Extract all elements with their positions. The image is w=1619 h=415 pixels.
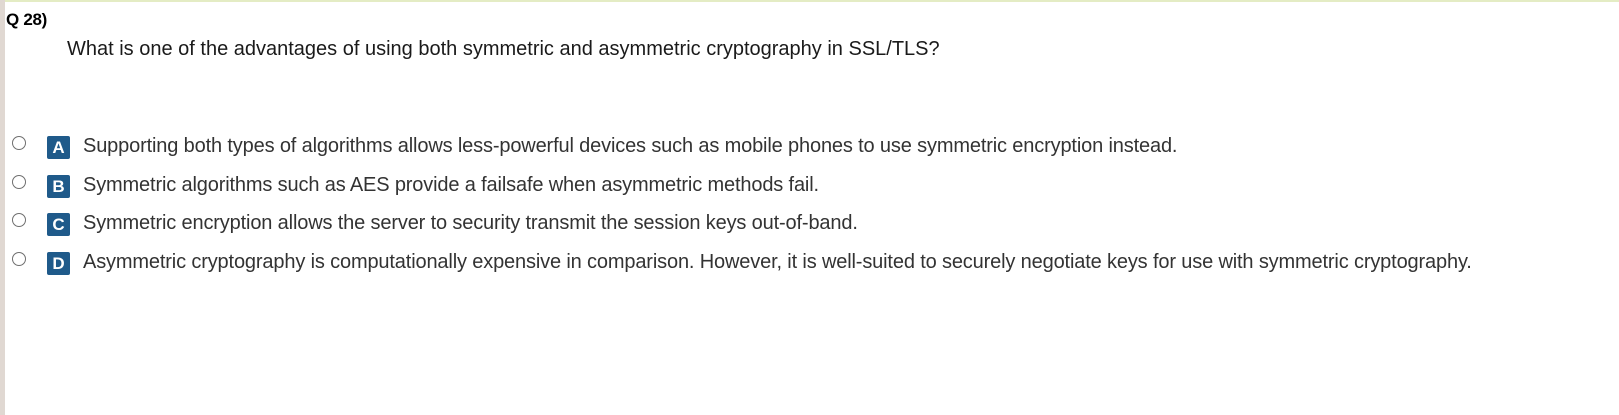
answer-option-c[interactable]: C Symmetric encryption allows the server… xyxy=(0,210,1619,249)
question-text: What is one of the advantages of using b… xyxy=(67,38,940,60)
answer-text-b: Symmetric algorithms such as AES provide… xyxy=(83,173,819,196)
answer-text-a: Supporting both types of algorithms allo… xyxy=(83,135,1178,157)
radio-button-a[interactable] xyxy=(12,136,26,150)
answer-text-d: Asymmetric cryptography is computational… xyxy=(83,250,1472,273)
answer-option-a[interactable]: A Supporting both types of algorithms al… xyxy=(0,133,1619,172)
answer-list: A Supporting both types of algorithms al… xyxy=(0,133,1619,287)
question-number: Q 28) xyxy=(6,10,48,29)
radio-button-c[interactable] xyxy=(12,213,26,227)
answer-option-d[interactable]: D Asymmetric cryptography is computation… xyxy=(0,249,1619,288)
letter-badge-c: C xyxy=(47,213,70,236)
top-divider xyxy=(0,0,1619,2)
letter-badge-d: D xyxy=(47,251,70,275)
radio-button-d[interactable] xyxy=(12,251,26,266)
letter-badge-a: A xyxy=(47,136,70,159)
radio-button-b[interactable] xyxy=(12,174,26,189)
answer-text-c: Symmetric encryption allows the server t… xyxy=(83,212,858,234)
letter-badge-b: B xyxy=(47,174,70,198)
answer-option-b[interactable]: B Symmetric algorithms such as AES provi… xyxy=(0,172,1619,211)
